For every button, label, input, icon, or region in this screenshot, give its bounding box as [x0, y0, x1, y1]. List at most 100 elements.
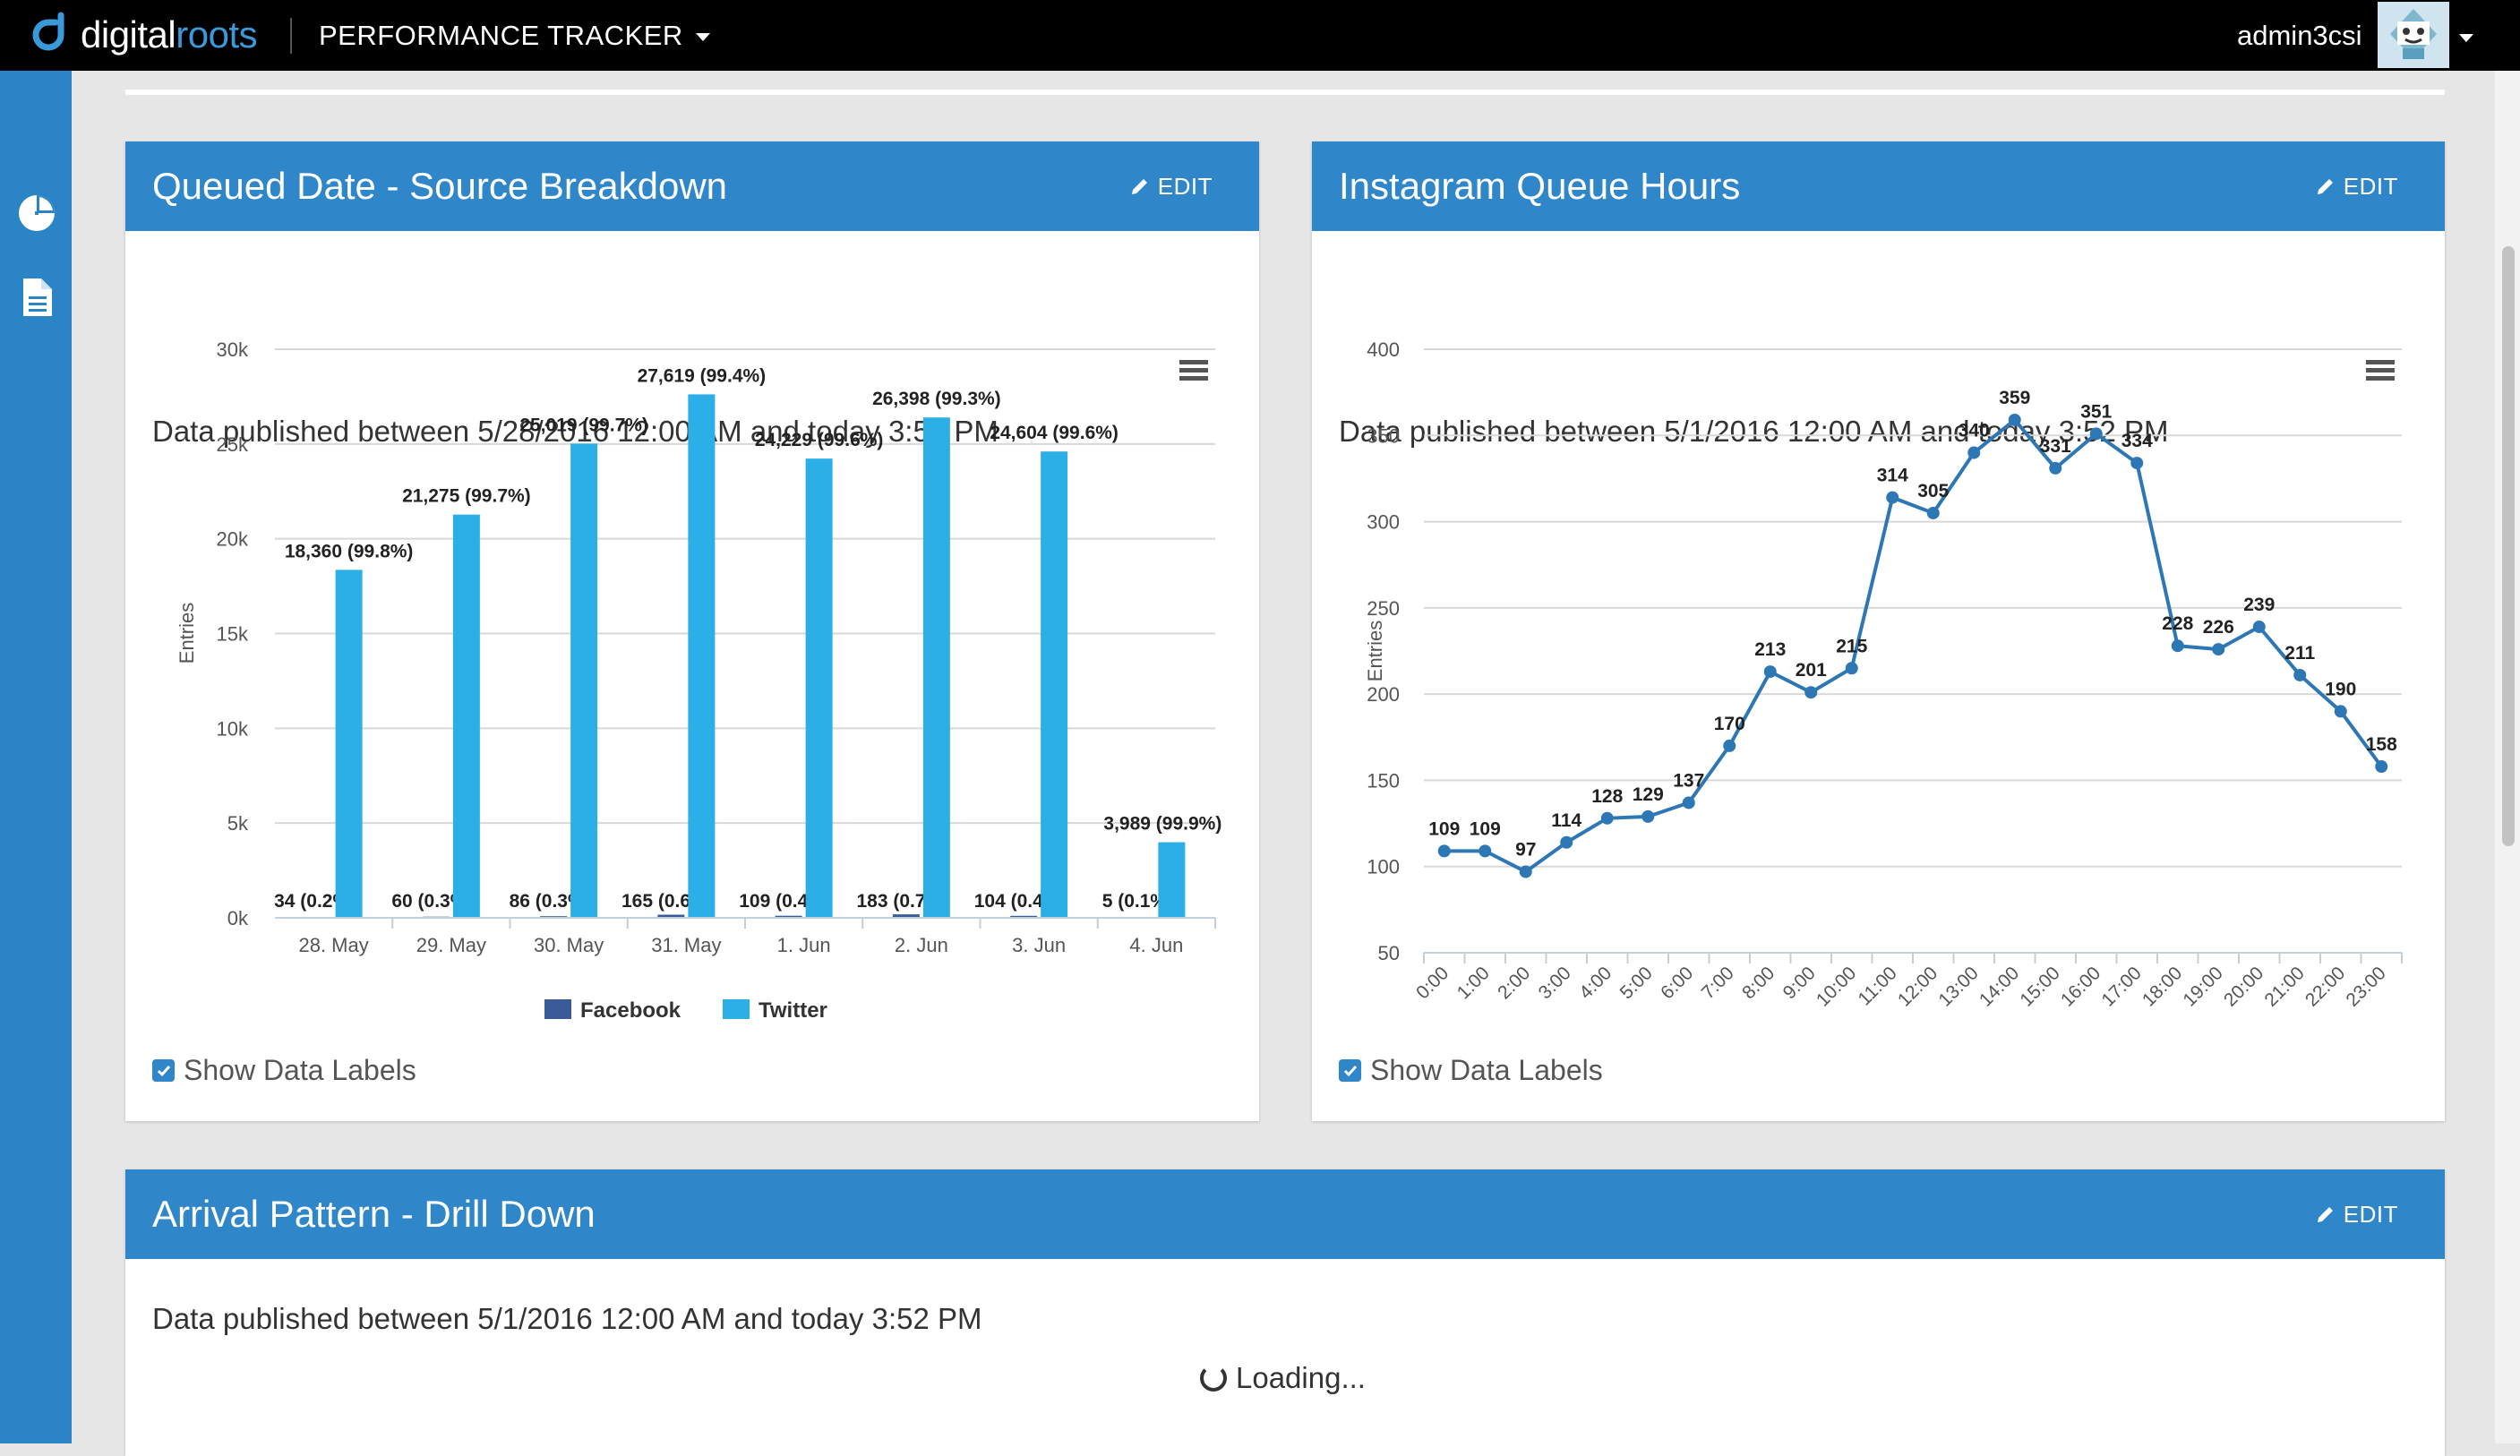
data-label: 170	[1714, 714, 1745, 734]
data-label-twitter: 18,360 (99.8%)	[285, 541, 414, 561]
chart-menu-icon[interactable]	[2366, 360, 2395, 381]
x-tick-label: 31. May	[651, 934, 721, 956]
edit-button[interactable]: EDIT	[2315, 1169, 2398, 1259]
data-label-twitter: 24,604 (99.6%)	[990, 423, 1119, 443]
data-label-twitter: 21,275 (99.7%)	[402, 486, 531, 507]
app-switcher-label: PERFORMANCE TRACKER	[319, 19, 683, 51]
pencil-icon	[2317, 1207, 2333, 1222]
data-label: 215	[1836, 636, 1867, 656]
pie-chart-icon[interactable]	[16, 193, 57, 234]
x-tick-label: 5:00	[1616, 963, 1657, 1003]
y-tick-label: 150	[1367, 769, 1400, 792]
data-label: 226	[2203, 617, 2234, 638]
y-tick-label: 250	[1367, 597, 1400, 620]
data-label: 305	[1917, 481, 1949, 501]
checkbox-checked-icon[interactable]	[1339, 1059, 1361, 1082]
x-tick-label: 3:00	[1535, 963, 1575, 1003]
data-point	[1682, 796, 1695, 809]
source-breakdown-bar-chart: 0k5k10k15k20k25k30kEntries28. May34 (0.2…	[176, 338, 1221, 1023]
x-tick-label: 4. Jun	[1129, 934, 1183, 956]
avatar-image-icon	[2378, 2, 2449, 68]
data-point	[1804, 686, 1818, 699]
data-point	[2212, 643, 2225, 656]
data-point	[2089, 427, 2103, 441]
checkbox-checked-icon[interactable]	[152, 1059, 175, 1082]
user-menu-chevron-icon[interactable]	[2459, 30, 2473, 47]
x-tick-label: 7:00	[1698, 963, 1738, 1003]
digitalroots-logo-icon	[32, 12, 64, 51]
data-label: 109	[1470, 818, 1501, 839]
data-point	[1723, 739, 1736, 752]
data-point	[1600, 811, 1614, 825]
bar-twitter	[922, 417, 950, 919]
scrollbar-thumb[interactable]	[2502, 246, 2515, 846]
bar-twitter	[805, 458, 833, 918]
arrival-pattern-panel: Arrival Pattern - Drill Down EDIT Data p…	[125, 1169, 2445, 1456]
x-tick-label: 19:00	[2179, 963, 2226, 1010]
x-tick-label: 6:00	[1657, 963, 1697, 1003]
document-icon[interactable]	[16, 277, 57, 318]
data-point	[1479, 844, 1492, 858]
y-tick-label: 350	[1367, 424, 1400, 447]
data-label-twitter: 3,989 (99.9%)	[1103, 814, 1221, 835]
x-tick-label: 13:00	[1934, 963, 1982, 1010]
x-tick-label: 10:00	[1813, 963, 1860, 1010]
instagram-queue-hours-panel: Instagram Queue Hours EDIT Data publishe…	[1312, 141, 2445, 1121]
data-label: 109	[1428, 818, 1460, 839]
nav-divider	[290, 18, 292, 54]
brand-name: digitalroots	[81, 13, 258, 56]
bar-twitter	[570, 443, 598, 918]
show-data-labels-checkbox[interactable]: Show Data Labels	[1339, 1054, 1603, 1087]
y-tick-label: 10k	[217, 717, 249, 740]
y-tick-label: 300	[1367, 511, 1400, 534]
x-tick-label: 1. Jun	[777, 934, 831, 956]
instagram-line-chart: 50 100 150 200 250 300 350 400 Entries 0:00 1:00 2:…	[1364, 338, 2403, 1011]
x-tick-label: 20:00	[2220, 963, 2267, 1010]
data-label-twitter: 25,019 (99.7%)	[519, 415, 648, 435]
chart-menu-icon[interactable]	[1179, 360, 1208, 381]
data-label-twitter: 26,398 (99.3%)	[872, 389, 1001, 409]
data-point	[1763, 665, 1777, 679]
brand-logo[interactable]: digitalroots	[25, 7, 258, 63]
data-point	[2049, 461, 2062, 475]
menu-bar	[1179, 376, 1208, 381]
x-tick-label: 4:00	[1575, 963, 1616, 1003]
legend-swatch-facebook	[544, 999, 571, 1019]
x-tick-label: 11:00	[1854, 963, 1900, 1009]
data-point	[2008, 413, 2021, 426]
menu-bar	[2366, 360, 2395, 364]
spinner-icon	[1200, 1365, 1227, 1392]
app-switcher-dropdown[interactable]: PERFORMANCE TRACKER	[319, 0, 710, 71]
username[interactable]: admin3csi	[2237, 0, 2362, 71]
data-label: 211	[2284, 643, 2315, 664]
y-tick-label: 0k	[227, 907, 249, 929]
data-point	[2252, 621, 2266, 634]
y-tick-label: 20k	[217, 528, 249, 551]
x-tick-label: 17:00	[2097, 963, 2145, 1010]
bar-twitter	[335, 570, 363, 918]
data-label: 359	[1999, 388, 2030, 408]
x-tick-label: 15:00	[2016, 963, 2063, 1010]
show-data-labels-checkbox[interactable]: Show Data Labels	[152, 1054, 416, 1087]
x-tick-label: 21:00	[2260, 963, 2308, 1010]
x-tick-label: 8:00	[1738, 963, 1779, 1003]
data-point	[1967, 446, 1981, 459]
x-tick-label: 23:00	[2342, 963, 2389, 1010]
series-line	[1444, 417, 2383, 874]
top-navbar: digitalroots PERFORMANCE TRACKER admin3c…	[0, 0, 2520, 71]
avatar[interactable]	[2378, 2, 2449, 68]
x-tick-label: 2. Jun	[895, 934, 948, 956]
data-label: 114	[1551, 810, 1581, 831]
data-label: 239	[2243, 595, 2275, 615]
data-point	[2293, 668, 2307, 681]
show-data-labels-label: Show Data Labels	[1370, 1054, 1603, 1086]
bar-twitter	[452, 514, 480, 918]
loading-indicator: Loading...	[1200, 1361, 1366, 1395]
y-axis-title: Entries	[176, 603, 198, 664]
edit-label: EDIT	[2343, 1200, 2398, 1228]
menu-bar	[1179, 368, 1208, 373]
bar-twitter	[688, 394, 716, 918]
data-point	[2130, 457, 2144, 470]
x-tick-label: 18:00	[2139, 963, 2186, 1010]
x-tick-label: 12:00	[1894, 963, 1941, 1010]
